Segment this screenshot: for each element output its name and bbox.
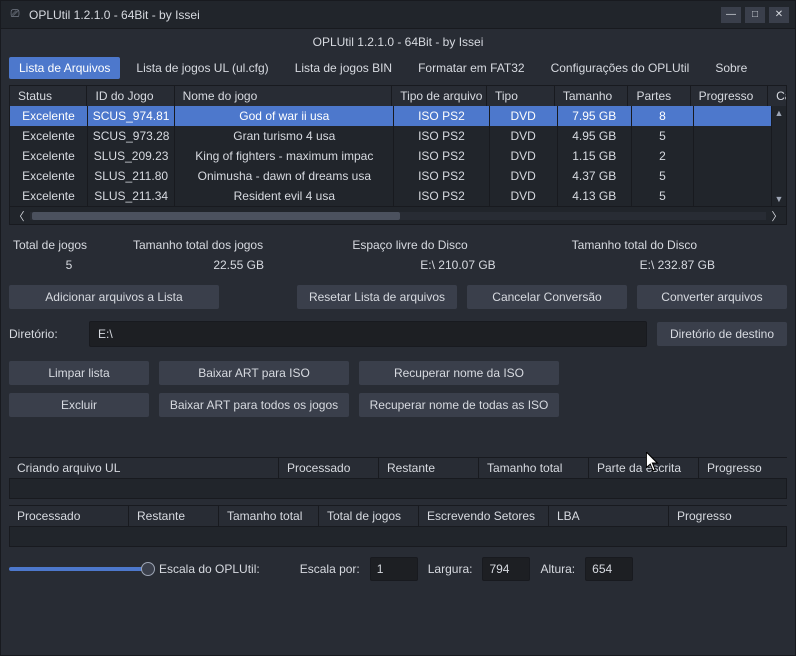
dest-directory-button[interactable]: Diretório de destino — [657, 322, 787, 346]
col-name[interactable]: Nome do jogo — [175, 86, 393, 106]
width-label: Largura: — [428, 562, 473, 576]
scale-row: Escala do OPLUtil: Escala por: Largura: … — [1, 547, 795, 591]
col-status[interactable]: Status — [10, 86, 87, 106]
value-total-size: 22.55 GB — [129, 255, 348, 275]
tab-lista-jogos-bin[interactable]: Lista de jogos BIN — [285, 57, 402, 79]
col-creating-ul: Criando arquivo UL — [9, 457, 279, 479]
app-icon: ⎚ — [7, 7, 23, 23]
table-row[interactable]: Excelente SCUS_973.28 Gran turismo 4 usa… — [10, 126, 772, 146]
table-row[interactable]: Excelente SLUS_209.23 King of fighters -… — [10, 146, 772, 166]
vertical-scrollbar[interactable]: ▲ ▼ — [772, 106, 786, 206]
file-table: Status ID do Jogo Nome do jogo Tipo de a… — [9, 85, 787, 225]
label-free-space: Espaço livre do Disco — [348, 235, 567, 255]
value-free-space: E:\ 210.07 GB — [348, 255, 567, 275]
tab-lista-arquivos[interactable]: Lista de Arquivos — [9, 57, 120, 79]
col-write-part: Parte da escrita — [589, 457, 699, 479]
value-disk-size: E:\ 232.87 GB — [568, 255, 787, 275]
label-total-size: Tamanho total dos jogos — [129, 235, 348, 255]
add-files-button[interactable]: Adicionar arquivos a Lista — [9, 285, 219, 309]
col-total-size: Tamanho total — [479, 457, 589, 479]
sector-progress-table: Processado Restante Tamanho total Total … — [9, 505, 787, 547]
download-art-all-button[interactable]: Baixar ART para todos os jogos — [159, 393, 349, 417]
col-processed: Processado — [279, 457, 379, 479]
scroll-right-icon[interactable]: 〉 — [768, 207, 786, 225]
tab-configuracoes[interactable]: Configurações do OPLUtil — [541, 57, 700, 79]
minimize-button[interactable]: — — [721, 7, 741, 23]
col-parts[interactable]: Partes — [628, 86, 690, 106]
sector-progress-body — [9, 527, 787, 547]
cancel-conversion-button[interactable]: Cancelar Conversão — [467, 285, 627, 309]
horizontal-scrollbar[interactable]: 〈 〉 — [10, 206, 786, 224]
convert-files-button[interactable]: Converter arquivos — [637, 285, 787, 309]
scale-slider[interactable] — [9, 567, 149, 571]
value-total-games: 5 — [9, 255, 129, 275]
height-input[interactable] — [585, 557, 633, 581]
col-progress[interactable]: Progresso — [691, 86, 768, 106]
col-id[interactable]: ID do Jogo — [87, 86, 174, 106]
col-progress: Progresso — [699, 457, 787, 479]
delete-button[interactable]: Excluir — [9, 393, 149, 417]
slider-thumb[interactable] — [141, 562, 155, 576]
directory-label: Diretório: — [9, 327, 79, 341]
tab-sobre[interactable]: Sobre — [705, 57, 757, 79]
table-row[interactable]: Excelente SLUS_211.34 Resident evil 4 us… — [10, 186, 772, 206]
col-writing-sectors: Escrevendo Setores — [419, 505, 549, 527]
col-ca[interactable]: Ca — [768, 86, 786, 106]
window-title: OPLUtil 1.2.1.0 - 64Bit - by Issei — [29, 8, 200, 22]
recover-all-names-button[interactable]: Recuperar nome de todas as ISO — [359, 393, 559, 417]
summary-values: 5 22.55 GB E:\ 210.07 GB E:\ 232.87 GB — [9, 255, 787, 275]
width-input[interactable] — [482, 557, 530, 581]
tabbar: Lista de Arquivos Lista de jogos UL (ul.… — [1, 53, 795, 85]
col-type[interactable]: Tipo — [487, 86, 555, 106]
scale-by-label: Escala por: — [300, 562, 360, 576]
table-row[interactable]: Excelente SCUS_974.81 God of war ii usa … — [10, 106, 772, 126]
tab-formatar-fat32[interactable]: Formatar em FAT32 — [408, 57, 534, 79]
close-button[interactable]: ✕ — [769, 7, 789, 23]
scroll-left-icon[interactable]: 〈 — [10, 207, 28, 225]
scroll-thumb[interactable] — [32, 212, 400, 220]
col-size[interactable]: Tamanho — [555, 86, 629, 106]
action-row-3: Excluir Baixar ART para todos os jogos R… — [9, 385, 787, 417]
scroll-down-icon[interactable]: ▼ — [772, 192, 786, 206]
table-header-row: Status ID do Jogo Nome do jogo Tipo de a… — [10, 86, 786, 106]
tab-lista-jogos-ul[interactable]: Lista de jogos UL (ul.cfg) — [126, 57, 278, 79]
table-row[interactable]: Excelente SLUS_211.80 Onimusha - dawn of… — [10, 166, 772, 186]
scroll-up-icon[interactable]: ▲ — [772, 106, 786, 120]
maximize-button[interactable]: □ — [745, 7, 765, 23]
ul-progress-table: Criando arquivo UL Processado Restante T… — [9, 457, 787, 499]
label-disk-size: Tamanho total do Disco — [568, 235, 787, 255]
col-ftype[interactable]: Tipo de arquivo — [392, 86, 487, 106]
reset-list-button[interactable]: Resetar Lista de arquivos — [297, 285, 457, 309]
directory-input[interactable] — [89, 321, 647, 347]
directory-row: Diretório: Diretório de destino — [1, 309, 795, 347]
table-body: Excelente SCUS_974.81 God of war ii usa … — [10, 106, 786, 206]
col-processed-2: Processado — [9, 505, 129, 527]
scale-label: Escala do OPLUtil: — [159, 562, 260, 576]
clear-list-button[interactable]: Limpar lista — [9, 361, 149, 385]
col-lba: LBA — [549, 505, 669, 527]
recover-iso-name-button[interactable]: Recuperar nome da ISO — [359, 361, 559, 385]
col-total-size-2: Tamanho total — [219, 505, 319, 527]
page-subtitle: OPLUtil 1.2.1.0 - 64Bit - by Issei — [1, 29, 795, 53]
summary-header: Total de jogos Tamanho total dos jogos E… — [9, 235, 787, 255]
col-remaining-2: Restante — [129, 505, 219, 527]
titlebar: ⎚ OPLUtil 1.2.1.0 - 64Bit - by Issei — □… — [1, 1, 795, 29]
height-label: Altura: — [540, 562, 575, 576]
ul-progress-body — [9, 479, 787, 499]
col-total-games-2: Total de jogos — [319, 505, 419, 527]
download-art-iso-button[interactable]: Baixar ART para ISO — [159, 361, 349, 385]
action-row-1: Adicionar arquivos a Lista Resetar Lista… — [1, 275, 795, 309]
label-total-games: Total de jogos — [9, 235, 129, 255]
action-row-2: Limpar lista Baixar ART para ISO Recuper… — [9, 347, 787, 385]
col-remaining: Restante — [379, 457, 479, 479]
scale-value-input[interactable] — [370, 557, 418, 581]
col-progress-2: Progresso — [669, 505, 787, 527]
